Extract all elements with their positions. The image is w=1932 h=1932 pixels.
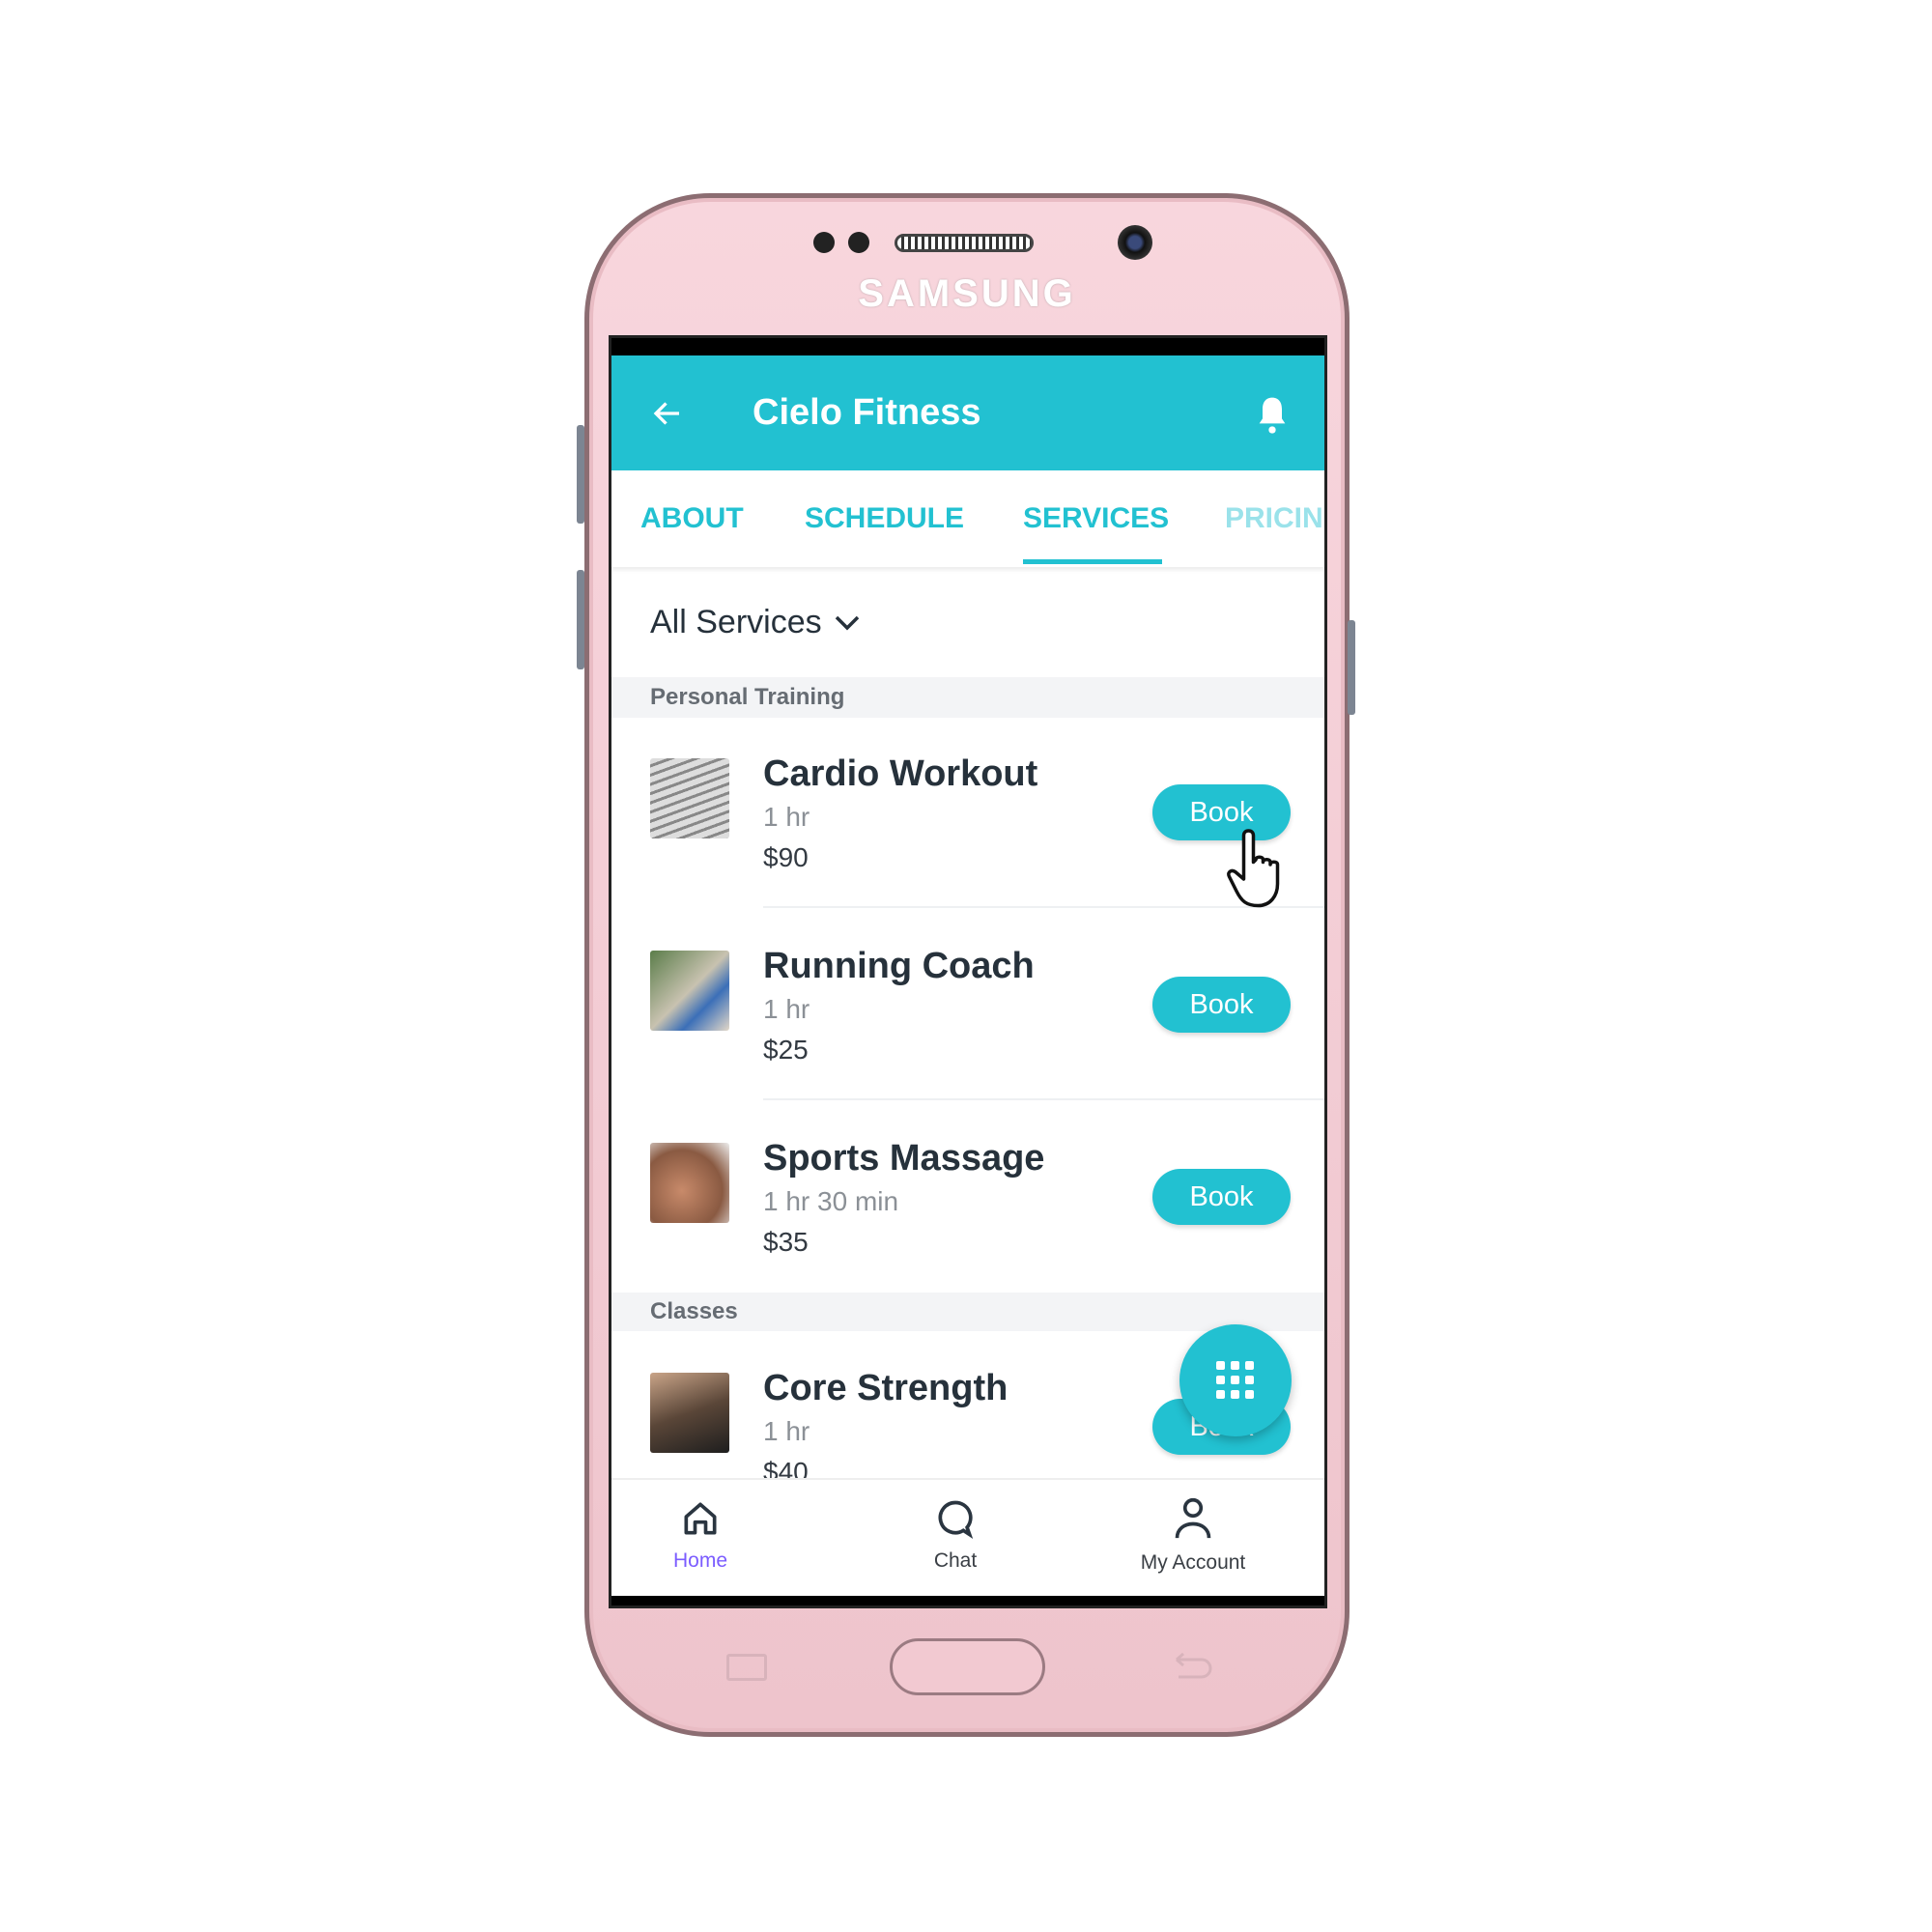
volume-up-button xyxy=(577,425,584,524)
tab-pricing[interactable]: PRICIN xyxy=(1225,502,1323,535)
samsung-logo: SAMSUNG xyxy=(858,272,1076,315)
section-header: Personal Training xyxy=(611,677,1324,718)
hand-cursor-icon xyxy=(1227,829,1280,908)
filter-label: All Services xyxy=(650,604,822,640)
nav-chat[interactable]: Chat xyxy=(859,1480,1052,1596)
service-price: $35 xyxy=(763,1227,809,1257)
nav-label: Home xyxy=(672,1549,728,1572)
tab-about[interactable]: ABOUT xyxy=(640,502,744,535)
camera-icon xyxy=(1118,225,1152,260)
tab-schedule[interactable]: SCHEDULE xyxy=(805,502,964,535)
sensor-icon xyxy=(848,232,869,253)
screen-bottom-bezel xyxy=(611,1596,1324,1605)
service-name: Core Strength xyxy=(763,1368,1009,1408)
back-hardware-icon[interactable] xyxy=(1167,1650,1215,1685)
nav-label: My Account xyxy=(1140,1551,1246,1574)
service-thumbnail xyxy=(650,1373,729,1453)
arrow-left-icon[interactable] xyxy=(650,396,685,431)
divider xyxy=(763,1098,1324,1100)
service-duration: 1 hr xyxy=(763,802,810,832)
home-icon xyxy=(684,1502,717,1535)
nav-my-account[interactable]: My Account xyxy=(1096,1480,1290,1596)
app-header: Cielo Fitness xyxy=(611,355,1324,470)
grid-icon xyxy=(1216,1361,1254,1399)
active-tab-indicator xyxy=(1023,559,1162,564)
home-hardware-button[interactable] xyxy=(890,1638,1045,1695)
bell-icon[interactable] xyxy=(1253,394,1292,437)
sensor-icon xyxy=(813,232,835,253)
power-button xyxy=(1348,620,1355,715)
app-screen: Cielo Fitness ABOUT SCHEDULE SERVICES PR… xyxy=(609,335,1327,1608)
chat-icon xyxy=(938,1500,974,1540)
nav-label: Chat xyxy=(933,1549,978,1572)
book-button[interactable]: Book xyxy=(1152,977,1291,1033)
section-header: Classes xyxy=(611,1293,1324,1331)
services-filter-dropdown[interactable]: All Services xyxy=(650,604,861,641)
service-price: $25 xyxy=(763,1035,809,1065)
recent-apps-icon[interactable] xyxy=(726,1654,767,1681)
service-name: Cardio Workout xyxy=(763,753,1038,794)
speaker-grille xyxy=(895,234,1034,252)
service-thumbnail xyxy=(650,951,729,1031)
apps-fab-button[interactable] xyxy=(1179,1324,1292,1436)
service-name: Sports Massage xyxy=(763,1138,1045,1179)
nav-home[interactable]: Home xyxy=(611,1480,797,1596)
service-thumbnail xyxy=(650,1143,729,1223)
status-bar xyxy=(611,338,1324,355)
tab-services[interactable]: SERVICES xyxy=(1023,502,1169,535)
tab-bar: ABOUT SCHEDULE SERVICES PRICIN xyxy=(611,470,1324,567)
chevron-down-icon xyxy=(835,615,859,630)
bottom-nav: Home Chat My Account xyxy=(611,1478,1324,1596)
volume-down-button xyxy=(577,570,584,669)
book-button[interactable]: Book xyxy=(1152,1169,1291,1225)
service-duration: 1 hr xyxy=(763,994,810,1024)
service-name: Running Coach xyxy=(763,946,1035,986)
service-duration: 1 hr 30 min xyxy=(763,1186,899,1216)
service-price: $90 xyxy=(763,842,809,872)
service-duration: 1 hr xyxy=(763,1416,810,1446)
user-icon xyxy=(1175,1497,1211,1539)
page-title: Cielo Fitness xyxy=(753,392,981,433)
service-thumbnail xyxy=(650,758,729,838)
